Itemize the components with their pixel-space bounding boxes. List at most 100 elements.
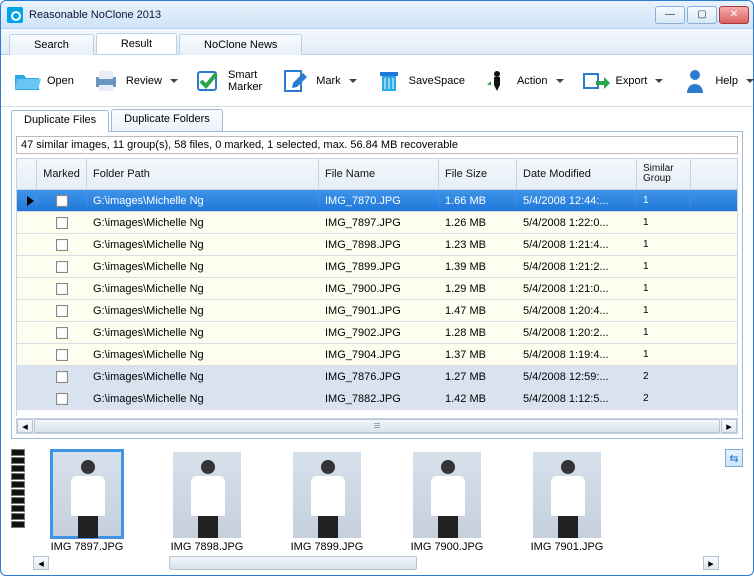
toggle-preview-button[interactable]: ⇆ [725, 449, 743, 467]
row-file-name: IMG_7882.JPG [319, 393, 439, 405]
row-file-name: IMG_7901.JPG [319, 305, 439, 317]
trash-icon [375, 67, 403, 95]
col-file-name[interactable]: File Name [319, 159, 439, 189]
tab-search[interactable]: Search [9, 34, 94, 55]
tab-news[interactable]: NoClone News [179, 34, 302, 55]
smart-marker-button[interactable]: Smart Marker [194, 63, 266, 99]
table-row[interactable]: G:\images\Michelle NgIMG_7904.JPG1.37 MB… [17, 344, 737, 366]
chevron-down-icon [349, 79, 357, 83]
chevron-down-icon [556, 79, 564, 83]
filmstrip-icon [11, 449, 25, 528]
app-icon [7, 7, 23, 23]
row-folder-path: G:\images\Michelle Ng [87, 327, 319, 339]
col-selector[interactable] [17, 159, 37, 189]
row-marked-checkbox[interactable] [37, 195, 87, 207]
table-row[interactable]: G:\images\Michelle NgIMG_7902.JPG1.28 MB… [17, 322, 737, 344]
export-button[interactable]: Export [580, 63, 666, 99]
folder-open-icon [13, 67, 41, 95]
table-row[interactable]: G:\images\Michelle NgIMG_7897.JPG1.26 MB… [17, 212, 737, 234]
row-folder-path: G:\images\Michelle Ng [87, 349, 319, 361]
row-marked-checkbox[interactable] [37, 349, 87, 361]
col-folder-path[interactable]: Folder Path [87, 159, 319, 189]
row-marked-checkbox[interactable] [37, 305, 87, 317]
action-label: Action [517, 75, 548, 87]
scroll-right-button[interactable]: ▸ [703, 556, 719, 570]
subtab-duplicate-folders[interactable]: Duplicate Folders [111, 109, 223, 131]
row-folder-path: G:\images\Michelle Ng [87, 371, 319, 383]
tab-result[interactable]: Result [96, 33, 177, 54]
row-date: 5/4/2008 1:20:2... [517, 327, 637, 339]
row-folder-path: G:\images\Michelle Ng [87, 195, 319, 207]
savespace-button[interactable]: SaveSpace [373, 63, 467, 99]
smart-marker-label: Smart Marker [228, 69, 264, 93]
col-similar-group[interactable]: Similar Group [637, 159, 691, 189]
titlebar[interactable]: Reasonable NoClone 2013 — ▢ ✕ [1, 1, 753, 29]
review-button[interactable]: Review [90, 63, 180, 99]
thumbnail-label: IMG 7897.JPG [51, 541, 124, 553]
results-panel: 47 similar images, 11 group(s), 58 files… [11, 131, 743, 439]
main-tabs: Search Result NoClone News [1, 29, 753, 55]
thumbnail-image [50, 449, 124, 539]
row-file-name: IMG_7897.JPG [319, 217, 439, 229]
row-group: 1 [637, 350, 691, 360]
row-marked-checkbox[interactable] [37, 283, 87, 295]
minimize-button[interactable]: — [655, 6, 685, 24]
col-date-modified[interactable]: Date Modified [517, 159, 637, 189]
row-file-size: 1.27 MB [439, 371, 517, 383]
row-folder-path: G:\images\Michelle Ng [87, 217, 319, 229]
open-button[interactable]: Open [11, 63, 76, 99]
row-marked-checkbox[interactable] [37, 393, 87, 405]
row-file-size: 1.23 MB [439, 239, 517, 251]
scroll-left-button[interactable]: ◂ [33, 556, 49, 570]
row-marked-checkbox[interactable] [37, 327, 87, 339]
thumbnail[interactable]: IMG 7899.JPG [277, 451, 377, 553]
table-row[interactable]: G:\images\Michelle NgIMG_7901.JPG1.47 MB… [17, 300, 737, 322]
col-file-size[interactable]: File Size [439, 159, 517, 189]
table-row[interactable]: G:\images\Michelle NgIMG_7882.JPG1.42 MB… [17, 388, 737, 410]
mark-button[interactable]: Mark [280, 63, 358, 99]
row-marked-checkbox[interactable] [37, 371, 87, 383]
row-folder-path: G:\images\Michelle Ng [87, 393, 319, 405]
row-file-size: 1.42 MB [439, 393, 517, 405]
row-file-name: IMG_7899.JPG [319, 261, 439, 273]
close-button[interactable]: ✕ [719, 6, 749, 24]
table-row[interactable]: G:\images\Michelle NgIMG_7898.JPG1.23 MB… [17, 234, 737, 256]
pencil-note-icon [282, 67, 310, 95]
open-label: Open [47, 75, 74, 87]
check-box-icon [196, 67, 222, 95]
action-button[interactable]: Action [481, 63, 566, 99]
row-file-size: 1.26 MB [439, 217, 517, 229]
thumbnail-image [172, 451, 242, 539]
row-file-name: IMG_7904.JPG [319, 349, 439, 361]
row-marked-checkbox[interactable] [37, 239, 87, 251]
export-arrow-icon [582, 67, 610, 95]
help-button[interactable]: Help [679, 63, 754, 99]
row-date: 5/4/2008 1:21:4... [517, 239, 637, 251]
row-file-name: IMG_7870.JPG [319, 195, 439, 207]
thumbnail[interactable]: IMG 7897.JPG [37, 451, 137, 553]
row-group: 2 [637, 394, 691, 404]
maximize-button[interactable]: ▢ [687, 6, 717, 24]
thumbnail[interactable]: IMG 7900.JPG [397, 451, 497, 553]
row-file-size: 1.39 MB [439, 261, 517, 273]
row-file-size: 1.29 MB [439, 283, 517, 295]
thumbnail[interactable]: IMG 7901.JPG [517, 451, 617, 553]
subtab-duplicate-files[interactable]: Duplicate Files [11, 110, 109, 132]
scroll-right-button[interactable]: ▸ [721, 419, 737, 433]
row-marked-checkbox[interactable] [37, 261, 87, 273]
table-row[interactable]: G:\images\Michelle NgIMG_7900.JPG1.29 MB… [17, 278, 737, 300]
row-date: 5/4/2008 1:21:2... [517, 261, 637, 273]
thumbs-scrollbar[interactable]: ◂ ▸ [33, 555, 719, 571]
table-row[interactable]: G:\images\Michelle NgIMG_7876.JPG1.27 MB… [17, 366, 737, 388]
status-summary: 47 similar images, 11 group(s), 58 files… [16, 136, 738, 154]
chevron-down-icon [170, 79, 178, 83]
horizontal-scrollbar[interactable]: ◂ ▸ [16, 418, 738, 434]
row-file-size: 1.37 MB [439, 349, 517, 361]
col-marked[interactable]: Marked [37, 159, 87, 189]
table-row[interactable]: G:\images\Michelle NgIMG_7870.JPG1.66 MB… [17, 190, 737, 212]
scroll-left-button[interactable]: ◂ [17, 419, 33, 433]
row-marked-checkbox[interactable] [37, 217, 87, 229]
thumbnail[interactable]: IMG 7898.JPG [157, 451, 257, 553]
table-row[interactable]: G:\images\Michelle NgIMG_7899.JPG1.39 MB… [17, 256, 737, 278]
person-run-icon [483, 67, 511, 95]
